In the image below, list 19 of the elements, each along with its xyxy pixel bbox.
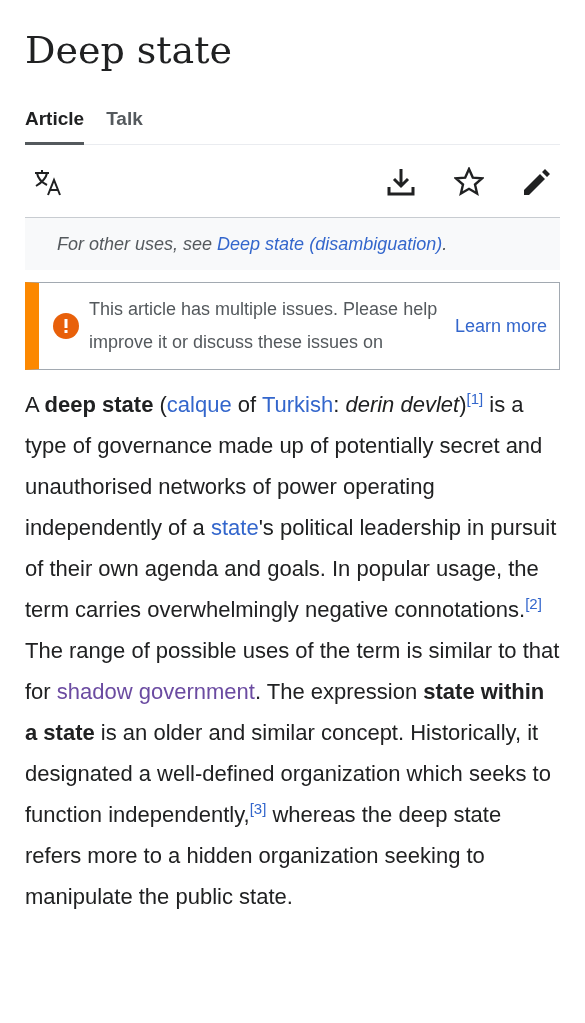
tab[interactable]: Article [25,108,85,145]
reference-link[interactable]: [3] [249,799,267,817]
article-link[interactable]: state [210,515,259,540]
page-title: Deep state [25,28,234,72]
article-link[interactable]: calque [166,392,232,417]
warning-icon [53,313,79,339]
tab[interactable]: Talk [106,108,143,145]
reference-link[interactable]: [1] [466,389,484,407]
issue-text: This article has multiple issues. Please help improve it or discuss these issues on [89,298,439,354]
star-icon[interactable] [454,167,484,197]
article-paragraph: A deep state (calque of Turkish: derin devlet)$^{[1]}$ is a type of governance made up of potentially secret and unauthorised networks of power operating independently of a state's political leadership in pursuit of their own agenda and goals. In popular usage, the term carries overwhelmingly negative connotations.$^{[2]}$ The range of possible uses of the term is similar to that for shadow government. The expression state within a state is an older and similar concept. Historically, it designated a well-defined organization which seeks to function independently,$^{[3]}$ whereas the deep state refers more to a hidden organization seeking to manipulate the public state. [25,388,560,911]
article-link[interactable]: shadow government [56,679,255,704]
learn-more-link[interactable]: Learn more [454,315,547,337]
article-link[interactable]: Turkish [261,392,334,417]
edit-icon[interactable] [522,167,552,197]
download-icon[interactable] [386,167,416,197]
reference-link[interactable]: [2] [525,594,542,612]
hatnote: For other uses, see Deep state (disambiguation). [25,218,560,270]
disambiguation-link[interactable]: Deep state (disambiguation) [217,234,443,254]
